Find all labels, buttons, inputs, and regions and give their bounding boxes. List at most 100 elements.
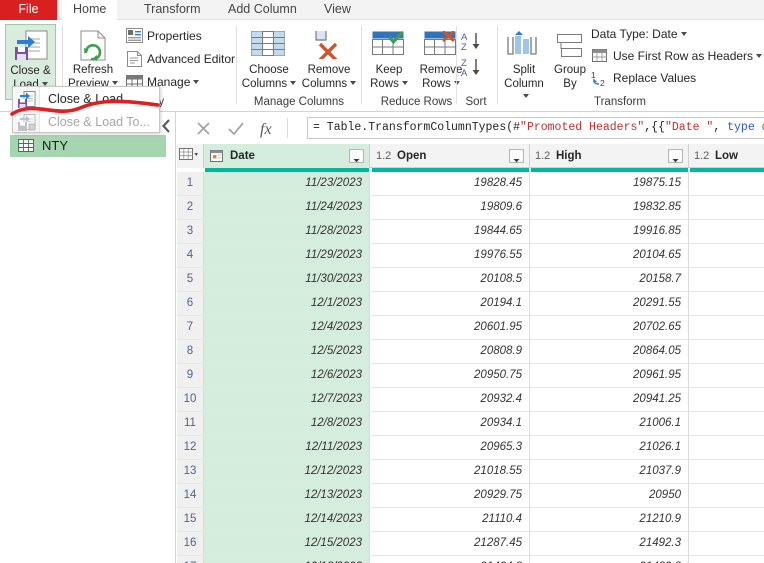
column-filter-high-button[interactable] bbox=[668, 149, 683, 163]
cell-open[interactable]: 20808.9 bbox=[371, 340, 530, 364]
table-row[interactable]: 16 12/15/2023 21287.45 21492.3 bbox=[177, 532, 764, 556]
tab-add-column[interactable]: Add Column bbox=[217, 0, 308, 20]
cell-date[interactable]: 12/14/2023 bbox=[204, 508, 370, 532]
cell-open[interactable]: 20929.75 bbox=[371, 484, 530, 508]
cell-open[interactable]: 20965.3 bbox=[371, 436, 530, 460]
insert-step-button[interactable]: fx bbox=[257, 118, 279, 138]
cell-high[interactable]: 19916.85 bbox=[530, 220, 689, 244]
column-header-low[interactable]: 1.2 Low bbox=[689, 144, 764, 168]
cell-open[interactable]: 21110.4 bbox=[371, 508, 530, 532]
cell-open[interactable]: 21434.8 bbox=[371, 556, 530, 563]
menu-item-close-and-load-to[interactable]: Close & Load To... bbox=[13, 111, 161, 134]
table-row[interactable]: 9 12/6/2023 20950.75 20961.95 bbox=[177, 364, 764, 388]
formula-cancel-button[interactable] bbox=[193, 118, 215, 138]
table-row[interactable]: 1712/18/202321434.821482.8 bbox=[177, 556, 764, 563]
cell-date[interactable]: 12/11/2023 bbox=[204, 436, 370, 460]
sort-descending-button[interactable]: Z A bbox=[460, 56, 492, 80]
cell-low[interactable] bbox=[689, 364, 764, 388]
remove-columns-caret-icon[interactable] bbox=[350, 81, 357, 86]
column-header-date[interactable]: Date bbox=[204, 144, 370, 168]
cell-open[interactable]: 20932.4 bbox=[371, 388, 530, 412]
cell-high[interactable]: 20291.55 bbox=[530, 292, 689, 316]
cell-low[interactable] bbox=[689, 268, 764, 292]
cell-open[interactable]: 20950.75 bbox=[371, 364, 530, 388]
cell-date[interactable]: 12/6/2023 bbox=[204, 364, 370, 388]
table-row[interactable]: 12 12/11/2023 20965.3 21026.1 bbox=[177, 436, 764, 460]
tab-file[interactable]: File bbox=[0, 0, 57, 20]
tab-transform[interactable]: Transform bbox=[133, 0, 212, 20]
cell-high[interactable]: 20961.95 bbox=[530, 364, 689, 388]
cell-open[interactable]: 20934.1 bbox=[371, 412, 530, 436]
cell-low[interactable] bbox=[689, 388, 764, 412]
keep-rows-button[interactable]: Keep Rows bbox=[365, 24, 413, 100]
formula-accept-button[interactable] bbox=[225, 118, 247, 138]
cell-high[interactable]: 20104.65 bbox=[530, 244, 689, 268]
cell-date[interactable]: 12/13/2023 bbox=[204, 484, 370, 508]
cell-low[interactable] bbox=[689, 316, 764, 340]
table-row[interactable]: 10 12/7/2023 20932.4 20941.25 bbox=[177, 388, 764, 412]
tab-view[interactable]: View bbox=[313, 0, 362, 20]
select-all-columns-button[interactable] bbox=[177, 144, 204, 168]
column-filter-date-button[interactable] bbox=[349, 149, 364, 163]
column-filter-open-button[interactable] bbox=[509, 149, 524, 163]
table-row[interactable]: 11 12/8/2023 20934.1 21006.1 bbox=[177, 412, 764, 436]
cell-low[interactable] bbox=[689, 220, 764, 244]
cell-high[interactable]: 20158.7 bbox=[530, 268, 689, 292]
table-row[interactable]: 7 12/4/2023 20601.95 20702.65 bbox=[177, 316, 764, 340]
cell-low[interactable] bbox=[689, 172, 764, 196]
keep-rows-caret-icon[interactable] bbox=[401, 81, 408, 86]
cell-low[interactable] bbox=[689, 484, 764, 508]
cell-low[interactable] bbox=[689, 436, 764, 460]
cell-low[interactable] bbox=[689, 196, 764, 220]
cell-date[interactable]: 12/18/2023 bbox=[204, 556, 370, 563]
cell-date[interactable]: 11/30/2023 bbox=[204, 268, 370, 292]
cell-high[interactable]: 21482.8 bbox=[530, 556, 689, 563]
cell-low[interactable] bbox=[689, 244, 764, 268]
collapse-queries-pane-button[interactable] bbox=[160, 118, 176, 136]
cell-open[interactable]: 20108.5 bbox=[371, 268, 530, 292]
cell-low[interactable] bbox=[689, 532, 764, 556]
group-by-button[interactable]: Group By bbox=[549, 24, 591, 100]
table-row[interactable]: 4 11/29/2023 19976.55 20104.65 bbox=[177, 244, 764, 268]
cell-date[interactable]: 11/29/2023 bbox=[204, 244, 370, 268]
formula-input[interactable]: = Table.TransformColumnTypes(#"Promoted … bbox=[307, 117, 764, 139]
cell-high[interactable]: 20941.25 bbox=[530, 388, 689, 412]
cell-low[interactable] bbox=[689, 292, 764, 316]
cell-open[interactable]: 19844.65 bbox=[371, 220, 530, 244]
cell-high[interactable]: 20702.65 bbox=[530, 316, 689, 340]
cell-date[interactable]: 11/24/2023 bbox=[204, 196, 370, 220]
cell-date[interactable]: 12/15/2023 bbox=[204, 532, 370, 556]
cell-high[interactable]: 21037.9 bbox=[530, 460, 689, 484]
cell-high[interactable]: 19875.15 bbox=[530, 172, 689, 196]
cell-date[interactable]: 12/5/2023 bbox=[204, 340, 370, 364]
split-column-button[interactable]: Split Column bbox=[500, 24, 548, 100]
use-first-row-as-headers-caret-icon[interactable] bbox=[756, 54, 763, 59]
cell-low[interactable] bbox=[689, 340, 764, 364]
cell-open[interactable]: 21018.55 bbox=[371, 460, 530, 484]
cell-open[interactable]: 19976.55 bbox=[371, 244, 530, 268]
choose-columns-button[interactable]: Choose Columns bbox=[240, 24, 298, 100]
cell-open[interactable]: 19809.6 bbox=[371, 196, 530, 220]
cell-date[interactable]: 12/7/2023 bbox=[204, 388, 370, 412]
table-row[interactable]: 14 12/13/2023 20929.75 20950 bbox=[177, 484, 764, 508]
cell-date[interactable]: 11/28/2023 bbox=[204, 220, 370, 244]
cell-high[interactable]: 19832.85 bbox=[530, 196, 689, 220]
cell-high[interactable]: 21026.1 bbox=[530, 436, 689, 460]
cell-open[interactable]: 20194.1 bbox=[371, 292, 530, 316]
cell-open[interactable]: 20601.95 bbox=[371, 316, 530, 340]
manage-caret-icon[interactable] bbox=[193, 80, 200, 85]
cell-low[interactable] bbox=[689, 412, 764, 436]
cell-low[interactable] bbox=[689, 460, 764, 484]
cell-low[interactable] bbox=[689, 556, 764, 563]
cell-high[interactable]: 21210.9 bbox=[530, 508, 689, 532]
cell-high[interactable]: 20864.05 bbox=[530, 340, 689, 364]
data-type-caret-icon[interactable] bbox=[680, 32, 687, 37]
remove-columns-button[interactable]: Remove Columns bbox=[300, 24, 358, 100]
choose-columns-caret-icon[interactable] bbox=[290, 81, 297, 86]
column-header-open[interactable]: 1.2 Open bbox=[371, 144, 530, 168]
sort-ascending-button[interactable]: A Z bbox=[460, 30, 492, 54]
cell-date[interactable]: 12/1/2023 bbox=[204, 292, 370, 316]
table-row[interactable]: 3 11/28/2023 19844.65 19916.85 bbox=[177, 220, 764, 244]
cell-low[interactable] bbox=[689, 508, 764, 532]
cell-open[interactable]: 21287.45 bbox=[371, 532, 530, 556]
